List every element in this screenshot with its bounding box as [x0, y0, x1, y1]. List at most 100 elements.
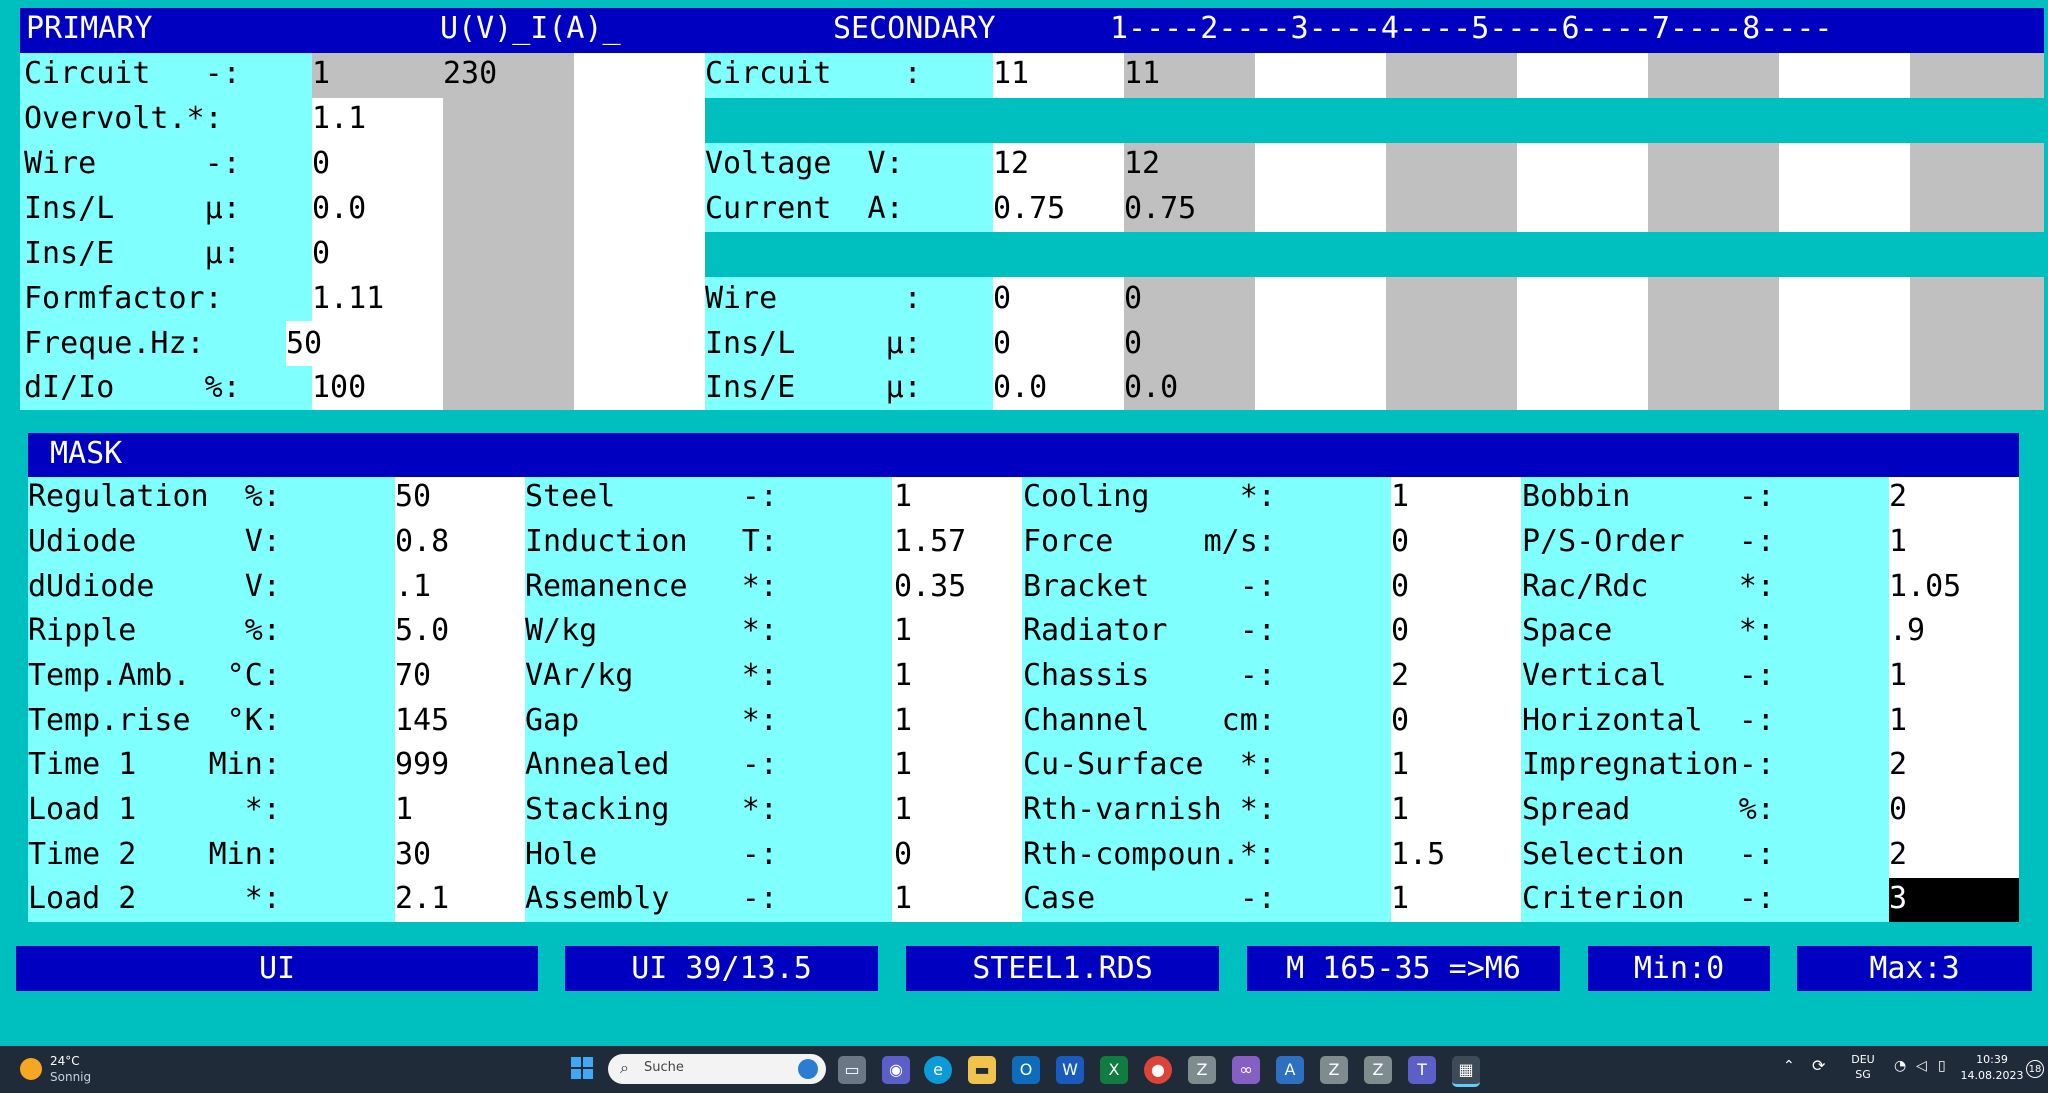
mask-channel-value[interactable]: 0: [1391, 698, 1409, 743]
mask-dudiode-value[interactable]: .1: [395, 564, 431, 609]
mask-remanence-value[interactable]: 0.35: [894, 564, 966, 609]
mask-annealed-value[interactable]: 1: [894, 742, 912, 787]
mask-induction-value[interactable]: 1.57: [894, 519, 966, 564]
weather-sun-icon[interactable]: [20, 1058, 42, 1080]
secondary-inse-c1[interactable]: 0.0: [993, 365, 1047, 410]
weather-condition[interactable]: Sonnig: [50, 1070, 91, 1084]
primary-formfactor-value[interactable]: 1.11: [312, 276, 384, 321]
mask-regulation-label: Regulation %:: [28, 479, 281, 514]
mask-time2-value[interactable]: 30: [395, 832, 431, 877]
teams-chat-icon[interactable]: ◉: [882, 1056, 910, 1084]
excel-icon[interactable]: X: [1100, 1056, 1128, 1084]
secondary-insl-c2[interactable]: 0: [1124, 321, 1142, 366]
primary-di-value[interactable]: 100: [312, 365, 366, 410]
battery-icon[interactable]: ▯: [1938, 1058, 1946, 1074]
task-view-icon[interactable]: ▭: [838, 1056, 866, 1084]
wifi-icon[interactable]: ◔: [1894, 1058, 1906, 1074]
mask-space-value[interactable]: .9: [1889, 608, 1925, 653]
taskbar-search-box[interactable]: ⌕ Suche: [608, 1054, 826, 1084]
teams-icon[interactable]: T: [1408, 1056, 1436, 1084]
mask-bracket-value[interactable]: 0: [1391, 564, 1409, 609]
primary-overvolt-value[interactable]: 1.1: [312, 96, 366, 141]
app-z2-icon[interactable]: Z: [1320, 1056, 1348, 1084]
secondary-voltage-c1[interactable]: 12: [993, 141, 1029, 186]
mask-racrdc-value[interactable]: 1.05: [1889, 564, 1961, 609]
mask-hole-value[interactable]: 0: [894, 832, 912, 877]
mask-load1-value[interactable]: 1: [395, 787, 413, 832]
mask-psorder-value[interactable]: 1: [1889, 519, 1907, 564]
mask-horizontal-label: Horizontal -:: [1522, 703, 1775, 738]
mask-hole-label: Hole -:: [525, 837, 778, 872]
mask-rthcompound-value[interactable]: 1.5: [1391, 832, 1445, 877]
primary-circuit-voltage[interactable]: 230: [443, 51, 497, 96]
primary-wire-label: Wire -:: [24, 146, 241, 181]
word-icon[interactable]: W: [1056, 1056, 1084, 1084]
mask-criterion-value[interactable]: 3: [1889, 876, 1907, 921]
calculator-icon[interactable]: ▦: [1452, 1056, 1480, 1087]
tray-chevron-up-icon[interactable]: ⌃: [1783, 1058, 1795, 1074]
mask-varkg-value[interactable]: 1: [894, 653, 912, 698]
secondary-inse-label: Ins/E µ:: [705, 370, 922, 405]
mask-temprise-value[interactable]: 145: [395, 698, 449, 743]
clock[interactable]: 10:39 14.08.2023: [1960, 1052, 2024, 1084]
volume-icon[interactable]: ◁: [1916, 1058, 1927, 1074]
mask-space-label: Space *:: [1522, 613, 1775, 648]
mask-regulation-value[interactable]: 50: [395, 474, 431, 519]
app-z-icon[interactable]: Z: [1188, 1056, 1216, 1084]
secondary-current-c1[interactable]: 0.75: [993, 186, 1065, 231]
mask-stacking-label: Stacking *:: [525, 792, 778, 827]
visual-studio-icon[interactable]: ∞: [1232, 1056, 1260, 1084]
mask-horizontal-value[interactable]: 1: [1889, 698, 1907, 743]
mask-stacking-value[interactable]: 1: [894, 787, 912, 832]
access-app-icon[interactable]: A: [1276, 1056, 1304, 1084]
secondary-column-ruler: 1----2----3----4----5----6----7----8----: [1110, 11, 1833, 46]
mask-rthvarnish-value[interactable]: 1: [1391, 787, 1409, 832]
mask-cooling-label: Cooling *:: [1023, 479, 1276, 514]
mask-tempamb-value[interactable]: 70: [395, 653, 431, 698]
outlook-icon[interactable]: O: [1012, 1056, 1040, 1084]
mask-steel-value[interactable]: 1: [894, 474, 912, 519]
secondary-insl-c1[interactable]: 0: [993, 321, 1011, 366]
mask-time2-label: Time 2 Min:: [28, 837, 281, 872]
primary-inse-value[interactable]: 0: [312, 231, 330, 276]
secondary-voltage-c2[interactable]: 12: [1124, 141, 1160, 186]
primary-frequency-value[interactable]: 50: [286, 321, 322, 366]
notification-badge[interactable]: 18: [2026, 1060, 2044, 1078]
mask-assembly-value[interactable]: 1: [894, 876, 912, 921]
mask-cooling-value[interactable]: 1: [1391, 474, 1409, 519]
secondary-inse-c2[interactable]: 0.0: [1124, 365, 1178, 410]
secondary-wire-c2[interactable]: 0: [1124, 276, 1142, 321]
mask-wkg-value[interactable]: 1: [894, 608, 912, 653]
mask-chassis-value[interactable]: 2: [1391, 653, 1409, 698]
mask-case-value[interactable]: 1: [1391, 876, 1409, 921]
mask-bobbin-value[interactable]: 2: [1889, 474, 1907, 519]
edge-browser-icon[interactable]: e: [924, 1056, 952, 1084]
weather-temperature[interactable]: 24°C: [50, 1054, 80, 1068]
mask-impregnation-value[interactable]: 2: [1889, 742, 1907, 787]
mask-force-value[interactable]: 0: [1391, 519, 1409, 564]
secondary-circuit-c1[interactable]: 11: [993, 51, 1029, 96]
app-z3-icon[interactable]: Z: [1364, 1056, 1392, 1084]
mask-load2-value[interactable]: 2.1: [395, 876, 449, 921]
secondary-circuit-c2[interactable]: 11: [1124, 51, 1160, 96]
mask-cusurface-value[interactable]: 1: [1391, 742, 1409, 787]
mask-time1-value[interactable]: 999: [395, 742, 449, 787]
mask-vertical-value[interactable]: 1: [1889, 653, 1907, 698]
file-explorer-icon[interactable]: ▬: [968, 1056, 996, 1084]
primary-insl-value[interactable]: 0.0: [312, 186, 366, 231]
mask-selection-value[interactable]: 2: [1889, 832, 1907, 877]
chrome-icon[interactable]: ●: [1144, 1056, 1172, 1084]
mask-gap-value[interactable]: 1: [894, 698, 912, 743]
start-windows-icon[interactable]: [568, 1056, 596, 1084]
mask-udiode-value[interactable]: 0.8: [395, 519, 449, 564]
tray-sync-icon[interactable]: ⟳: [1812, 1056, 1825, 1075]
language-indicator[interactable]: DEU SG: [1848, 1052, 1878, 1082]
secondary-wire-c1[interactable]: 0: [993, 276, 1011, 321]
mask-ripple-value[interactable]: 5.0: [395, 608, 449, 653]
mask-radiator-value[interactable]: 0: [1391, 608, 1409, 653]
secondary-current-c2[interactable]: 0.75: [1124, 186, 1196, 231]
primary-wire-value[interactable]: 0: [312, 141, 330, 186]
secondary-circuit-label: Circuit :: [705, 56, 922, 91]
mask-spread-value[interactable]: 0: [1889, 787, 1907, 832]
primary-circuit-value[interactable]: 1: [312, 51, 330, 96]
